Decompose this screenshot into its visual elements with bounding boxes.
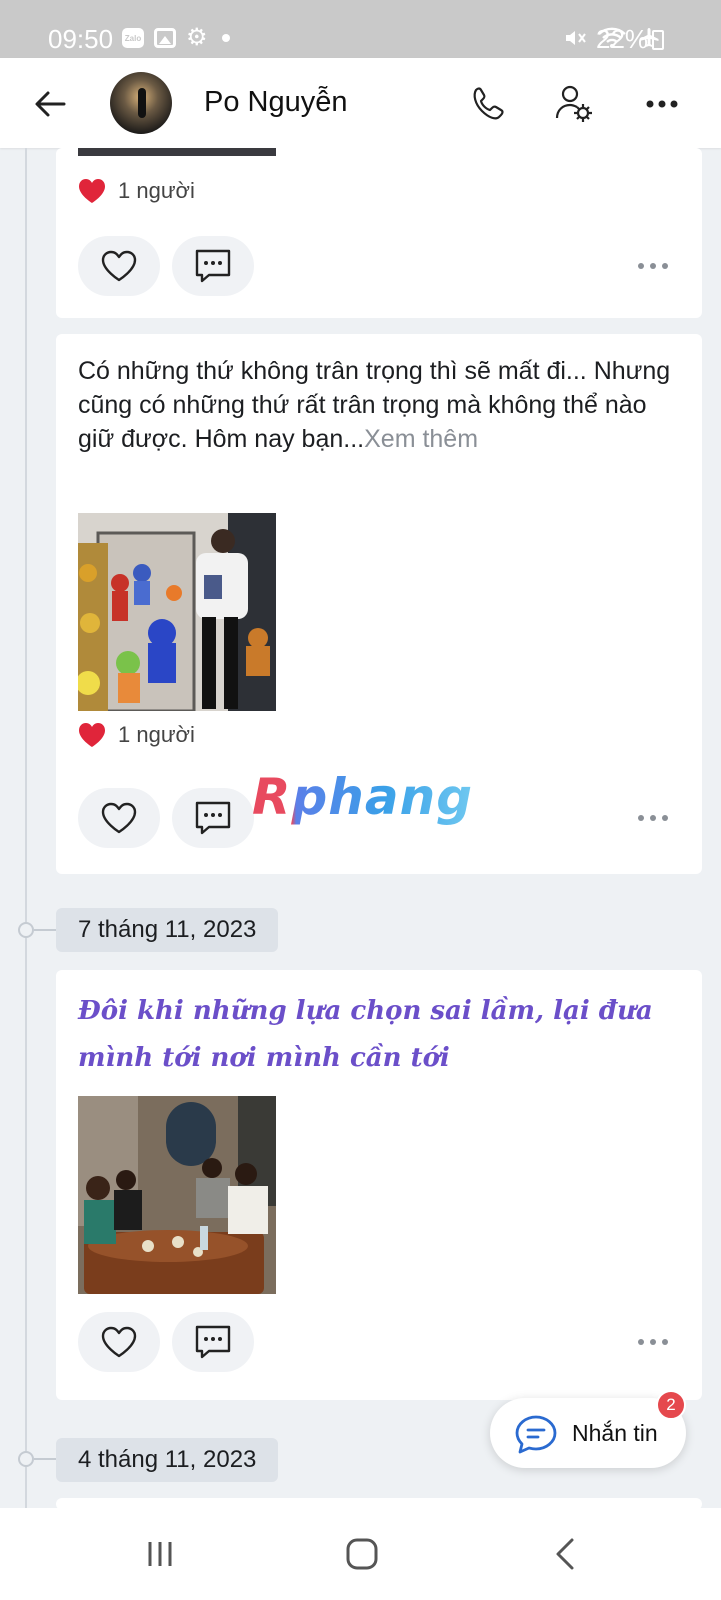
more-options-icon[interactable]: [640, 82, 684, 126]
timeline-dot: [18, 922, 56, 938]
profile-settings-icon[interactable]: [552, 82, 596, 126]
comment-icon: [195, 249, 231, 283]
photo-scene: [78, 513, 276, 711]
message-button[interactable]: Nhắn tin 2: [490, 1390, 686, 1468]
comment-button[interactable]: [172, 236, 254, 296]
like-button[interactable]: [78, 1312, 160, 1372]
status-bar: 09:50 Zalo ⚙ 22%: [0, 0, 721, 58]
likes-count: 1 người: [118, 178, 195, 203]
settings-icon: ⚙: [186, 24, 208, 51]
post-more-icon[interactable]: [638, 263, 668, 269]
post-more-icon[interactable]: [638, 1339, 668, 1345]
status-left-icons: Zalo ⚙: [122, 24, 230, 51]
comment-button[interactable]: [172, 1312, 254, 1372]
likes-count: 1 người: [118, 722, 195, 747]
timeline-line: [25, 148, 27, 1508]
photo-scene: [78, 1096, 276, 1294]
date-label: 4 tháng 11, 2023: [56, 1438, 279, 1482]
post-card: Đôi khi những lựa chọn sai lầm, lại đưa …: [56, 970, 702, 1400]
like-button[interactable]: [78, 788, 160, 848]
system-back-icon[interactable]: [546, 1534, 586, 1574]
like-button[interactable]: [78, 236, 160, 296]
comment-button[interactable]: [172, 788, 254, 848]
comment-icon: [195, 801, 231, 835]
watermark-logo: Rphang: [252, 768, 474, 826]
recent-apps-icon[interactable]: [140, 1534, 180, 1574]
post-caption: Đôi khi những lựa chọn sai lầm, lại đưa …: [78, 996, 653, 1073]
post-text: Có những thứ không trân trọng thì sẽ mất…: [78, 354, 678, 456]
post-likes[interactable]: 1 người: [78, 722, 195, 748]
back-arrow-icon[interactable]: [30, 84, 70, 124]
comment-icon: [195, 1325, 231, 1359]
unread-badge: 2: [656, 1390, 686, 1420]
phone-icon[interactable]: [466, 82, 510, 126]
post-photo[interactable]: [78, 148, 276, 156]
post-more-icon[interactable]: [638, 815, 668, 821]
gallery-icon: [154, 28, 176, 48]
post-likes[interactable]: 1 người: [78, 178, 195, 204]
avatar[interactable]: [110, 72, 172, 134]
post-card: 1 người: [56, 148, 702, 318]
battery-icon: [652, 30, 664, 50]
home-icon[interactable]: [342, 1534, 382, 1574]
notification-dot-icon: [221, 34, 230, 42]
post-photo[interactable]: [78, 513, 276, 711]
battery-percent: 22%: [596, 24, 649, 54]
heart-outline-icon: [101, 802, 137, 834]
heart-outline-icon: [101, 250, 137, 282]
red-heart-icon: [79, 723, 105, 747]
chat-bubble-icon: [515, 1415, 557, 1454]
zalo-icon: Zalo: [122, 28, 144, 48]
profile-header: Po Nguyễn: [0, 58, 721, 148]
timeline-dot: [18, 1451, 56, 1467]
red-heart-icon: [79, 179, 105, 203]
status-time: 09:50: [48, 24, 114, 54]
profile-name[interactable]: Po Nguyễn: [204, 86, 348, 119]
post-photo[interactable]: [78, 1096, 276, 1294]
date-label: 7 tháng 11, 2023: [56, 908, 279, 952]
mute-icon: [566, 31, 586, 45]
heart-outline-icon: [101, 1326, 137, 1358]
message-button-label: Nhắn tin: [572, 1420, 658, 1446]
system-nav-bar: [0, 1508, 721, 1600]
see-more-link[interactable]: Xem thêm: [364, 425, 478, 453]
